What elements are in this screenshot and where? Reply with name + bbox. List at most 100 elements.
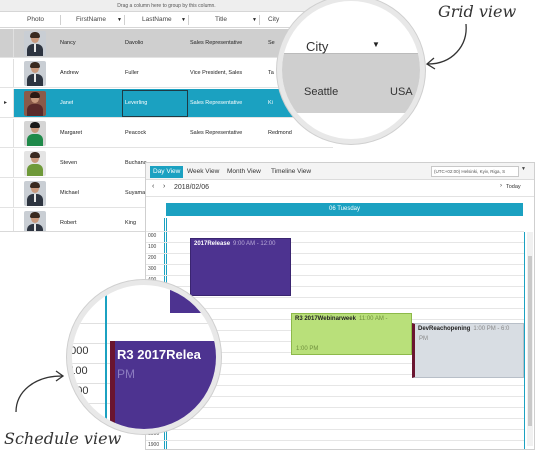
magnified-header-border xyxy=(282,53,420,54)
current-date-label[interactable]: 2018/02/06 xyxy=(174,184,209,191)
cell-city[interactable]: Se xyxy=(268,29,275,57)
row-indicator[interactable] xyxy=(0,29,14,57)
cell-city[interactable]: Ta xyxy=(268,59,274,87)
vertical-scrollbar[interactable] xyxy=(527,232,533,446)
day-header[interactable]: 06 Tuesday xyxy=(166,203,523,216)
employee-photo xyxy=(24,61,46,86)
schedule-magnifier: R3 2017Relea PM 1000 1100 1200 xyxy=(67,280,221,434)
row-indicator[interactable] xyxy=(0,59,14,87)
column-separator[interactable] xyxy=(124,15,125,25)
column-header-photo[interactable]: Photo xyxy=(27,12,44,28)
scrollbar-thumb[interactable] xyxy=(528,256,532,426)
magnified-city-value: Seattle xyxy=(304,86,339,98)
filter-icon: ▼ xyxy=(372,40,380,49)
cell-title[interactable]: Sales Representative xyxy=(190,29,242,57)
magnified-time-label: 1100 xyxy=(69,365,88,377)
magnified-city-header: City xyxy=(306,39,329,54)
cell-firstname[interactable]: Janet xyxy=(60,89,73,117)
cell-editor[interactable] xyxy=(122,90,188,117)
column-header-lastname[interactable]: LastName xyxy=(142,12,172,28)
cell-firstname[interactable]: Margaret xyxy=(60,119,82,147)
timezone-dropdown[interactable]: (UTC+02:00) Helsinki, Kyiv, Riga, S xyxy=(431,166,519,177)
employee-photo xyxy=(24,91,46,116)
previous-day-button[interactable]: ‹ xyxy=(152,183,154,190)
cell-city[interactable]: Ki xyxy=(268,89,273,117)
appointment-pm-label: PM xyxy=(419,336,428,342)
cell-firstname[interactable]: Robert xyxy=(60,209,77,231)
hour-line xyxy=(146,440,524,441)
column-separator[interactable] xyxy=(259,15,260,25)
grid-arrow-icon xyxy=(425,23,467,70)
column-header-title[interactable]: Title xyxy=(215,12,227,28)
time-label: 000 xyxy=(148,233,157,239)
magnified-country-value: USA xyxy=(390,86,413,98)
appointment-time: 9:00 AM - 12:00 xyxy=(233,241,276,247)
column-header-firstname[interactable]: FirstName xyxy=(76,12,106,28)
row-indicator[interactable] xyxy=(0,119,14,147)
magnified-gutter-border xyxy=(105,285,107,429)
employee-photo xyxy=(24,181,46,206)
magnified-hour-line xyxy=(72,323,216,324)
cell-city[interactable]: Redmond xyxy=(268,119,292,147)
filter-icon[interactable]: ▼ xyxy=(181,12,186,28)
tab-week-view[interactable]: Week View xyxy=(184,166,222,178)
row-indicator[interactable]: ▸ xyxy=(0,89,14,117)
chevron-right-icon[interactable]: › xyxy=(500,183,502,189)
appointment-time: 1:00 PM - 6:0 xyxy=(473,326,510,332)
cell-lastname[interactable]: Peacock xyxy=(125,119,146,147)
grid-header: Photo FirstName ▼ LastName ▼ Title ▼ Cit… xyxy=(0,12,333,28)
filter-icon[interactable]: ▼ xyxy=(117,12,122,28)
date-navigation: ‹ › 2018/02/06 › Today xyxy=(146,180,534,197)
time-label: 1900 xyxy=(148,442,160,448)
row-indicator[interactable] xyxy=(0,179,14,207)
schedule-arrow-icon xyxy=(15,370,65,413)
appointment-end-time: 1:00 PM xyxy=(296,346,319,352)
cell-lastname[interactable]: King xyxy=(125,209,136,231)
magnified-time-label: 1000 xyxy=(70,345,89,357)
tab-month-view[interactable]: Month View xyxy=(224,166,264,178)
column-header-city[interactable]: City xyxy=(268,12,279,28)
employee-photo xyxy=(24,151,46,176)
row-indicator[interactable] xyxy=(0,209,14,231)
group-panel[interactable]: Drag a column here to group by this colu… xyxy=(0,0,333,12)
magnified-appointment-title: R3 2017Relea xyxy=(117,347,201,362)
cell-lastname[interactable]: Davolio xyxy=(125,29,143,57)
time-label: 300 xyxy=(148,266,157,272)
employee-photo xyxy=(24,31,46,56)
magnified-selected-row xyxy=(282,53,420,113)
hour-line xyxy=(146,231,524,232)
cell-lastname[interactable]: Suyama xyxy=(125,179,145,207)
appointment-devreach-opening[interactable]: DevReachopening 1:00 PM - 6:0 PM xyxy=(412,323,524,378)
appointment-title: DevReachopening xyxy=(418,326,471,332)
cell-title[interactable]: Sales Representative xyxy=(190,89,242,117)
magnified-appointment-edge xyxy=(170,285,216,313)
row-indicator[interactable] xyxy=(0,149,14,177)
tab-timeline-view[interactable]: Timeline View xyxy=(268,166,314,178)
cell-firstname[interactable]: Andrew xyxy=(60,59,79,87)
view-tabs: Day View Week View Month View Timeline V… xyxy=(146,163,534,180)
next-day-button[interactable]: › xyxy=(163,183,165,190)
column-separator[interactable] xyxy=(60,15,61,25)
cell-firstname[interactable]: Michael xyxy=(60,179,79,207)
cell-lastname[interactable]: Buchana xyxy=(125,149,147,177)
cell-firstname[interactable]: Nancy xyxy=(60,29,76,57)
schedule-view-caption: Schedule view xyxy=(4,429,122,448)
employee-photo xyxy=(24,121,46,146)
filter-icon[interactable]: ▼ xyxy=(252,12,257,28)
cell-title[interactable]: Vice President, Sales xyxy=(190,59,242,87)
cell-title[interactable]: Sales Representative xyxy=(190,119,242,147)
employee-photo xyxy=(24,211,46,231)
time-label: 200 xyxy=(148,255,157,261)
tab-day-view[interactable]: Day View xyxy=(150,166,184,178)
chevron-down-icon[interactable]: ▼ xyxy=(521,166,526,172)
column-separator[interactable] xyxy=(188,15,189,25)
table-row[interactable]: Margaret Peacock Sales Representative Re… xyxy=(0,119,333,148)
appointment-time: 11:00 AM - xyxy=(358,316,388,322)
cell-lastname[interactable]: Fuller xyxy=(125,59,139,87)
appointment-webinar-week[interactable]: R3 2017Webinarweek 11:00 AM - 1:00 PM xyxy=(291,313,412,355)
today-button[interactable]: Today xyxy=(506,184,521,190)
day-column-right-border xyxy=(524,232,525,449)
appointment-title: R3 2017Webinarweek xyxy=(295,316,356,322)
current-row-arrow-icon: ▸ xyxy=(4,100,8,106)
cell-firstname[interactable]: Steven xyxy=(60,149,77,177)
